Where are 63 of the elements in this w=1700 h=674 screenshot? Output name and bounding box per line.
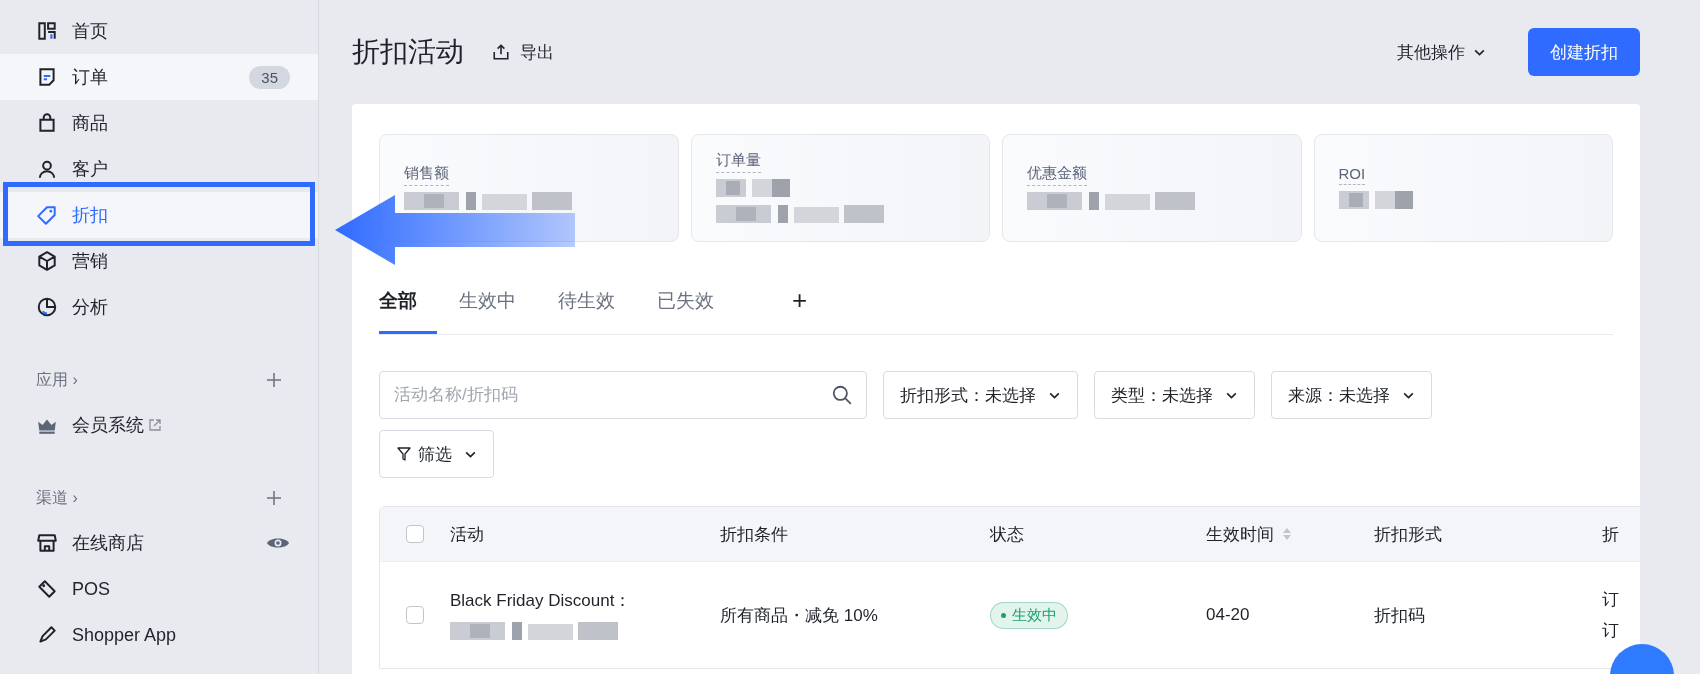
export-button[interactable]: 导出 [488, 36, 558, 68]
column-header: 折扣条件 [720, 523, 788, 546]
sort-icon[interactable] [1282, 527, 1292, 541]
create-discount-button[interactable]: 创建折扣 [1528, 28, 1640, 76]
tag-icon [36, 578, 58, 600]
nav-item[interactable]: 营销 [0, 238, 318, 284]
nav-item[interactable]: 首页 [0, 8, 318, 54]
add-tab-button[interactable]: + [792, 270, 828, 334]
filter-dropdown[interactable]: 来源：未选择 [1271, 371, 1432, 419]
column-header: 折扣形式 [1374, 523, 1442, 546]
tab[interactable]: 待生效 [558, 270, 635, 334]
section-link[interactable]: 渠道 › [36, 487, 78, 509]
add-icon[interactable] [266, 490, 282, 506]
stat-label: 订单量 [715, 151, 761, 173]
tab[interactable]: 已失效 [657, 270, 734, 334]
nav-item[interactable]: 订单 35 [0, 54, 318, 100]
column-header: 状态 [990, 523, 1024, 546]
add-icon[interactable] [266, 372, 282, 388]
table-cell-text: 所有商品・减免 10% [720, 604, 878, 627]
status-badge: 生效中 [990, 601, 1068, 629]
tab[interactable]: 全部 [379, 270, 437, 334]
nav-item[interactable]: 商品 [0, 100, 318, 146]
document-icon [36, 66, 58, 88]
search-icon [831, 384, 853, 406]
count-badge: 35 [249, 65, 290, 89]
funnel-icon [396, 446, 412, 462]
cube-icon [36, 250, 58, 272]
stat-label: 优惠金额 [1027, 164, 1087, 186]
filter-dropdown[interactable]: 类型：未选择 [1094, 371, 1255, 419]
nav-item[interactable]: POS [0, 566, 318, 612]
nav-item[interactable]: 折扣 [0, 192, 318, 238]
table-cell: 04-20 [1206, 605, 1250, 625]
filter-button[interactable]: 筛选 [379, 430, 494, 478]
table-cell-text: 折扣码 [1374, 604, 1425, 627]
tag-icon [36, 204, 58, 226]
filter-dropdown[interactable]: 折扣形式：未选择 [883, 371, 1078, 419]
checkbox[interactable] [406, 606, 424, 624]
table-cell-text: 订 [1602, 589, 1619, 611]
page-title: 折扣活动 [352, 35, 464, 69]
nav-item[interactable]: Shopper App [0, 612, 318, 658]
column-header[interactable]: 生效时间 [1206, 522, 1292, 546]
nav-item[interactable]: 分析 [0, 284, 318, 330]
export-icon [492, 43, 510, 61]
table-cell-text: Black Friday Discount： [450, 589, 632, 612]
dashboard-icon [36, 20, 58, 42]
more-actions-dropdown[interactable]: 其他操作 [1391, 39, 1492, 65]
pen-icon [36, 624, 58, 646]
search-field[interactable]: 活动名称/折扣码 [379, 371, 867, 419]
nav-item[interactable]: 在线商店 [0, 520, 318, 566]
pie-chart-icon [36, 296, 58, 318]
table-cell-text: 订 [1602, 620, 1619, 642]
nav-item[interactable]: 客户 [0, 146, 318, 192]
column-header: 折 [1602, 523, 1619, 546]
stat-label: ROI [1338, 165, 1366, 185]
checkbox[interactable] [406, 525, 424, 543]
stat-label: 销售额 [404, 164, 449, 186]
bag-icon [36, 112, 58, 134]
section-link[interactable]: 应用 › [36, 369, 78, 391]
store-icon [36, 532, 58, 554]
user-icon [36, 158, 58, 180]
nav-item[interactable]: 会员系统 [0, 402, 318, 448]
column-header: 活动 [450, 523, 484, 546]
tab[interactable]: 生效中 [459, 270, 536, 334]
